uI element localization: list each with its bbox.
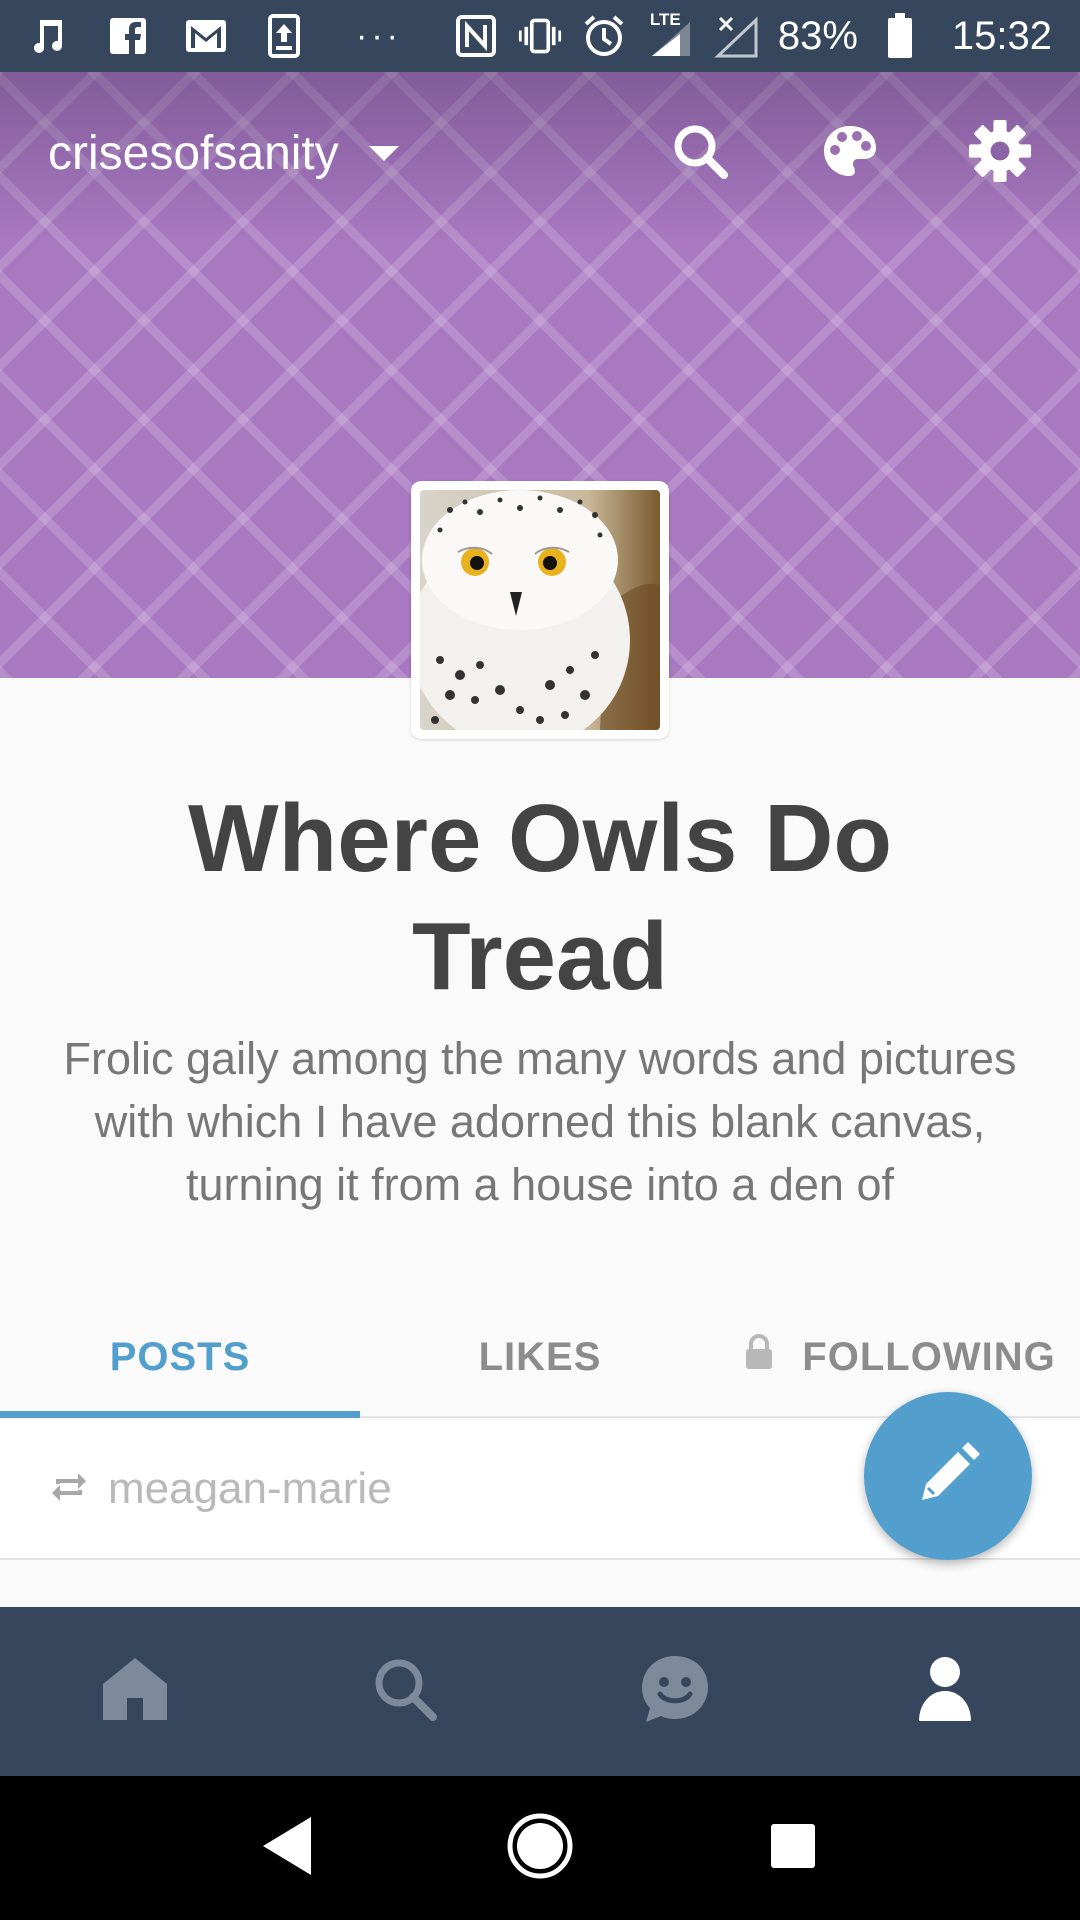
alarm-icon <box>582 14 626 58</box>
search-icon[interactable] <box>668 119 732 183</box>
blog-title: Where Owls Do Tread <box>187 785 893 1010</box>
owl-avatar-image <box>420 490 660 730</box>
battery-icon <box>878 13 922 58</box>
reblog-username[interactable]: meagan-marie <box>108 1464 392 1514</box>
music-note-icon <box>28 14 72 58</box>
dropdown-caret-icon <box>368 145 399 161</box>
lock-icon <box>744 1333 774 1381</box>
status-bar: ··· LTE 83% 15:32 <box>0 0 1080 72</box>
palette-icon[interactable] <box>818 119 882 183</box>
home-circle-icon <box>505 1811 575 1886</box>
home-icon <box>101 1656 169 1727</box>
recents-square-icon <box>769 1822 817 1875</box>
account-icon <box>917 1655 973 1728</box>
clock: 15:32 <box>951 13 1052 58</box>
tab-posts-label: POSTS <box>109 1334 251 1379</box>
compose-post-button[interactable] <box>864 1392 1032 1560</box>
recents-button[interactable] <box>753 1808 833 1888</box>
gear-icon[interactable] <box>968 119 1032 183</box>
screen: ··· LTE 83% 15:32 crisesofsanity Where O… <box>0 0 1080 1920</box>
upload-icon <box>262 14 306 58</box>
tab-following[interactable]: FOLLOWING <box>720 1298 1080 1416</box>
tab-following-label: FOLLOWING <box>802 1334 1056 1379</box>
battery-percent: 83% <box>777 13 858 58</box>
bottom-nav <box>0 1607 1080 1776</box>
lte-label: LTE <box>649 10 681 29</box>
back-button[interactable] <box>247 1808 327 1888</box>
top-bar: crisesofsanity <box>0 72 1080 252</box>
tab-likes[interactable]: LIKES <box>360 1298 720 1416</box>
nav-search[interactable] <box>270 1607 540 1776</box>
blog-name: crisesofsanity <box>48 126 339 180</box>
blog-switcher[interactable]: crisesofsanity <box>48 126 399 181</box>
facebook-icon <box>106 14 150 58</box>
tab-posts[interactable]: POSTS <box>0 1298 360 1418</box>
more-dots-icon: ··· <box>356 16 402 55</box>
lte-signal-icon: LTE <box>646 10 694 58</box>
avatar[interactable] <box>411 481 669 739</box>
search-icon <box>372 1656 438 1727</box>
tab-likes-label: LIKES <box>478 1334 602 1379</box>
reblog-icon <box>50 1469 88 1510</box>
back-triangle-icon <box>259 1815 315 1882</box>
activity-icon <box>639 1653 711 1730</box>
blog-description: Frolic gaily among the many words and pi… <box>63 1033 1017 1210</box>
no-signal-icon <box>714 14 758 58</box>
nav-home[interactable] <box>0 1607 270 1776</box>
nav-account[interactable] <box>810 1607 1080 1776</box>
system-nav-bar <box>0 1776 1080 1920</box>
gmail-icon <box>184 14 228 58</box>
vibrate-icon <box>518 14 562 58</box>
nav-activity[interactable] <box>540 1607 810 1776</box>
pencil-icon <box>912 1438 984 1515</box>
home-button[interactable] <box>500 1808 580 1888</box>
nfc-icon <box>454 14 498 58</box>
